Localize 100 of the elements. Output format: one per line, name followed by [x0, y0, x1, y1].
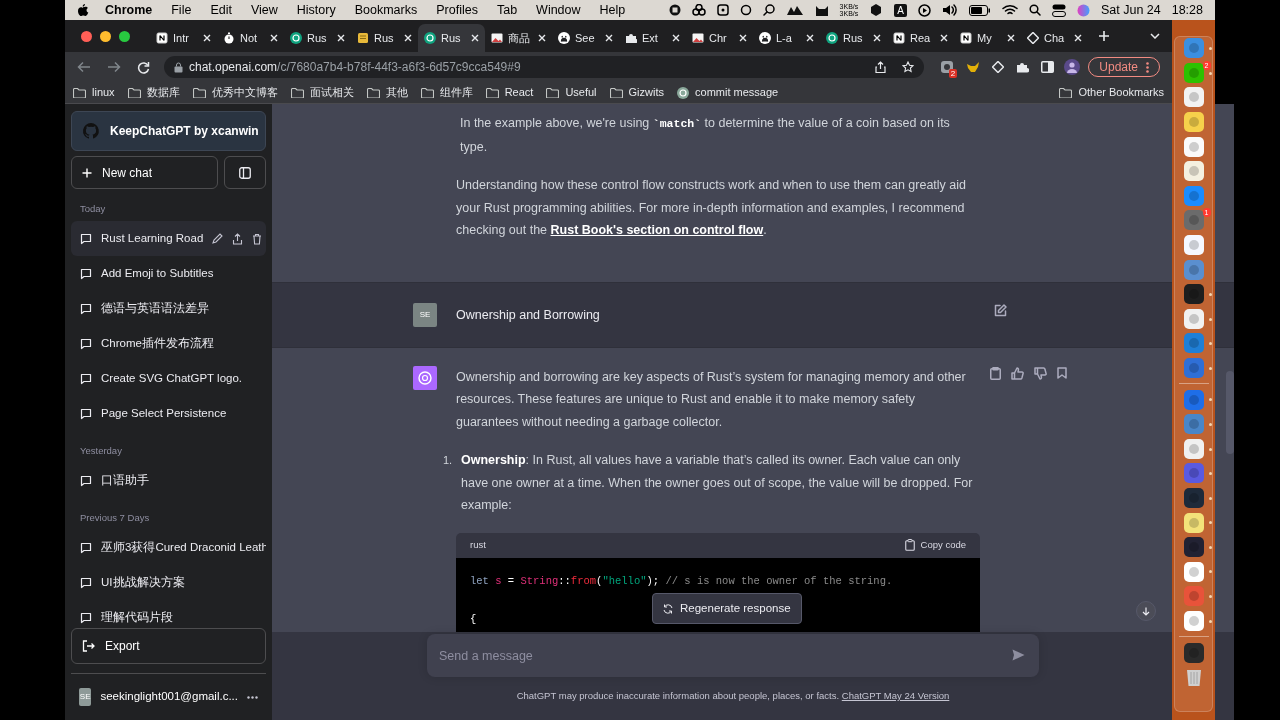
star-icon[interactable] — [902, 61, 915, 73]
scrollbar-thumb[interactable] — [1226, 371, 1234, 454]
menu-item[interactable]: History — [296, 0, 336, 20]
app-icon[interactable] — [1183, 438, 1204, 459]
browser-tab[interactable]: L-a — [753, 24, 820, 52]
side-panel-icon[interactable] — [1041, 61, 1055, 73]
menu-item[interactable]: Profiles — [436, 0, 478, 20]
chevron-down-icon[interactable] — [1150, 33, 1160, 39]
app-icon[interactable] — [1183, 87, 1204, 108]
record-icon[interactable] — [668, 4, 681, 16]
close-icon[interactable] — [538, 34, 546, 42]
diamond-icon[interactable] — [992, 61, 1005, 73]
back-icon[interactable] — [77, 61, 91, 73]
close-icon[interactable] — [672, 34, 680, 42]
menu-item[interactable]: Window — [536, 0, 581, 20]
bookmark[interactable]: 数据库 — [127, 84, 180, 101]
browser-tab[interactable]: 商品 — [485, 24, 552, 52]
browser-tab[interactable]: Rea — [887, 24, 954, 52]
chat-history-item[interactable]: 德语与英语语法差异 — [71, 291, 266, 326]
app-icon[interactable] — [1183, 161, 1204, 182]
chat-history-item[interactable]: 口语助手 — [71, 463, 266, 498]
link[interactable]: Rust Book's section on control flow — [550, 223, 764, 237]
window-control-icon[interactable] — [119, 30, 130, 42]
chat-history-item[interactable]: Chrome插件发布流程 — [71, 326, 266, 361]
chat-history-item[interactable]: Add Emoji to Subtitles — [71, 256, 266, 291]
bookmark[interactable]: linux — [73, 84, 115, 101]
cat-icon[interactable] — [814, 3, 829, 17]
menu-item[interactable]: Tab — [496, 0, 518, 20]
close-icon[interactable] — [203, 34, 211, 42]
close-icon[interactable] — [270, 34, 278, 42]
close-icon[interactable] — [940, 34, 948, 42]
clipboard-icon[interactable] — [990, 366, 1001, 380]
siri-icon[interactable] — [1076, 3, 1090, 17]
message-field[interactable]: Send a message — [427, 634, 1039, 677]
chat-history-item[interactable]: UI挑战解决方案 — [71, 565, 266, 600]
close-icon[interactable] — [337, 34, 345, 42]
square-icon[interactable] — [716, 4, 729, 16]
browser-tab[interactable]: Rus — [351, 24, 418, 52]
share-icon[interactable] — [232, 232, 244, 245]
browser-tab[interactable]: See — [552, 24, 619, 52]
menu-item[interactable]: Edit — [210, 0, 232, 20]
browser-tab[interactable]: Rus — [418, 24, 485, 52]
edit-icon[interactable] — [994, 303, 1007, 317]
send-icon[interactable] — [1012, 649, 1025, 661]
link[interactable]: ChatGPT May 24 Version — [841, 690, 950, 701]
trash-icon[interactable] — [252, 232, 263, 245]
close-icon[interactable] — [1074, 34, 1082, 42]
menu-item[interactable]: Bookmarks — [354, 0, 418, 20]
chat-history-item[interactable]: Create SVG ChatGPT logo. — [71, 361, 266, 396]
app-icon[interactable] — [1183, 642, 1204, 663]
plugin-banner[interactable]: KeepChatGPT by xcanwin — [71, 111, 266, 151]
close-icon[interactable] — [404, 34, 412, 42]
new-chat-button[interactable]: New chat — [71, 156, 218, 189]
sidebar-toggle-button[interactable] — [224, 156, 266, 189]
bookmark[interactable]: 其他 — [366, 84, 408, 101]
play-icon[interactable] — [917, 3, 931, 17]
chat-history-item[interactable]: Page Select Persistence — [71, 396, 266, 431]
app-name[interactable]: Chrome — [105, 0, 153, 20]
copy-code-button[interactable]: Copy code — [904, 533, 966, 557]
export-button[interactable]: Export — [71, 628, 266, 664]
extension-icon[interactable] — [940, 60, 955, 74]
app-icon[interactable] — [1183, 512, 1204, 533]
menu-item[interactable]: View — [250, 0, 278, 20]
more-icon[interactable] — [247, 695, 258, 699]
chat-history-item[interactable]: Rust Learning Road — [71, 221, 266, 256]
input-source[interactable]: A — [894, 3, 907, 17]
circle-icon[interactable] — [739, 4, 752, 16]
bookmark-icon[interactable] — [1057, 366, 1067, 379]
bookmark[interactable]: commit message — [677, 84, 779, 101]
shield-icon[interactable] — [869, 3, 884, 17]
menu-item[interactable]: Help — [599, 0, 626, 20]
browser-tab[interactable]: My — [954, 24, 1021, 52]
thumbs-down-icon[interactable] — [1034, 366, 1047, 380]
app-icon[interactable] — [1183, 284, 1204, 305]
search-icon[interactable] — [1028, 4, 1041, 16]
app-icon[interactable] — [1183, 561, 1204, 582]
mountain-icon[interactable] — [785, 4, 804, 16]
chat-history-item[interactable]: 理解代码片段 — [71, 600, 266, 626]
regenerate-button[interactable]: Regenerate response — [652, 593, 802, 624]
app-icon[interactable] — [1183, 488, 1204, 508]
pencil-icon[interactable] — [212, 233, 224, 244]
profile-avatar-icon[interactable] — [1064, 59, 1081, 75]
browser-tab[interactable]: Ext — [619, 24, 686, 52]
app-icon[interactable] — [1183, 235, 1204, 256]
browser-tab[interactable]: Cha — [1021, 24, 1088, 52]
search-icon[interactable] — [762, 4, 775, 16]
bookmark[interactable]: Useful — [546, 84, 597, 101]
browser-tab[interactable]: Rus — [820, 24, 887, 52]
browser-tab[interactable]: Rus — [284, 24, 351, 52]
plus-icon[interactable] — [1098, 30, 1110, 42]
battery-icon[interactable] — [968, 4, 991, 16]
menu-item[interactable]: File — [171, 0, 192, 20]
close-icon[interactable] — [471, 34, 479, 42]
bookmark[interactable]: 组件库 — [420, 84, 473, 101]
browser-tab[interactable]: Intr — [150, 24, 217, 52]
app-icon[interactable] — [1183, 308, 1204, 329]
wifi-icon[interactable] — [1001, 4, 1018, 16]
bookmark[interactable]: 面试相关 — [290, 84, 354, 101]
close-icon[interactable] — [605, 34, 613, 42]
app-icon[interactable] — [1183, 112, 1204, 133]
